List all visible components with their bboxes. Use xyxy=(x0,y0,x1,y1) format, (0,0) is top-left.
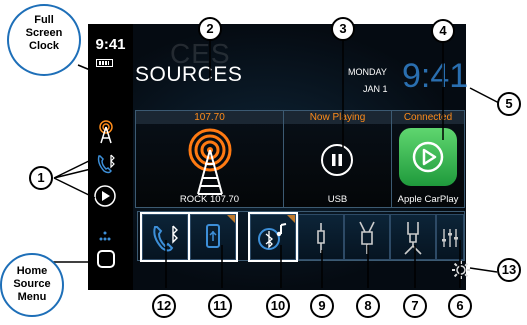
callout-2: 2 xyxy=(198,17,222,41)
callout-13: 13 xyxy=(497,258,521,282)
bubble-line: Clock xyxy=(29,40,59,52)
bubble-line: Home xyxy=(16,265,48,277)
callout-6: 6 xyxy=(448,294,472,318)
callout-1: 1 xyxy=(29,166,53,190)
full-screen-clock-bubble: Full Screen Clock xyxy=(7,4,81,76)
callout-8: 8 xyxy=(356,294,380,318)
callout-5: 5 xyxy=(497,92,521,116)
bubble-line: Source xyxy=(13,278,51,290)
callout-7: 7 xyxy=(403,294,427,318)
home-source-menu-bubble: Home Source Menu xyxy=(0,253,64,317)
callout-3: 3 xyxy=(331,17,355,41)
bubble-line: Menu xyxy=(17,291,47,303)
callout-4: 4 xyxy=(431,19,455,43)
callout-10: 10 xyxy=(266,294,290,318)
callout-11: 11 xyxy=(208,294,232,318)
bubble-line: Full xyxy=(34,14,54,26)
bubble-line: Screen xyxy=(25,27,63,39)
callout-9: 9 xyxy=(310,294,334,318)
callout-12: 12 xyxy=(152,294,176,318)
